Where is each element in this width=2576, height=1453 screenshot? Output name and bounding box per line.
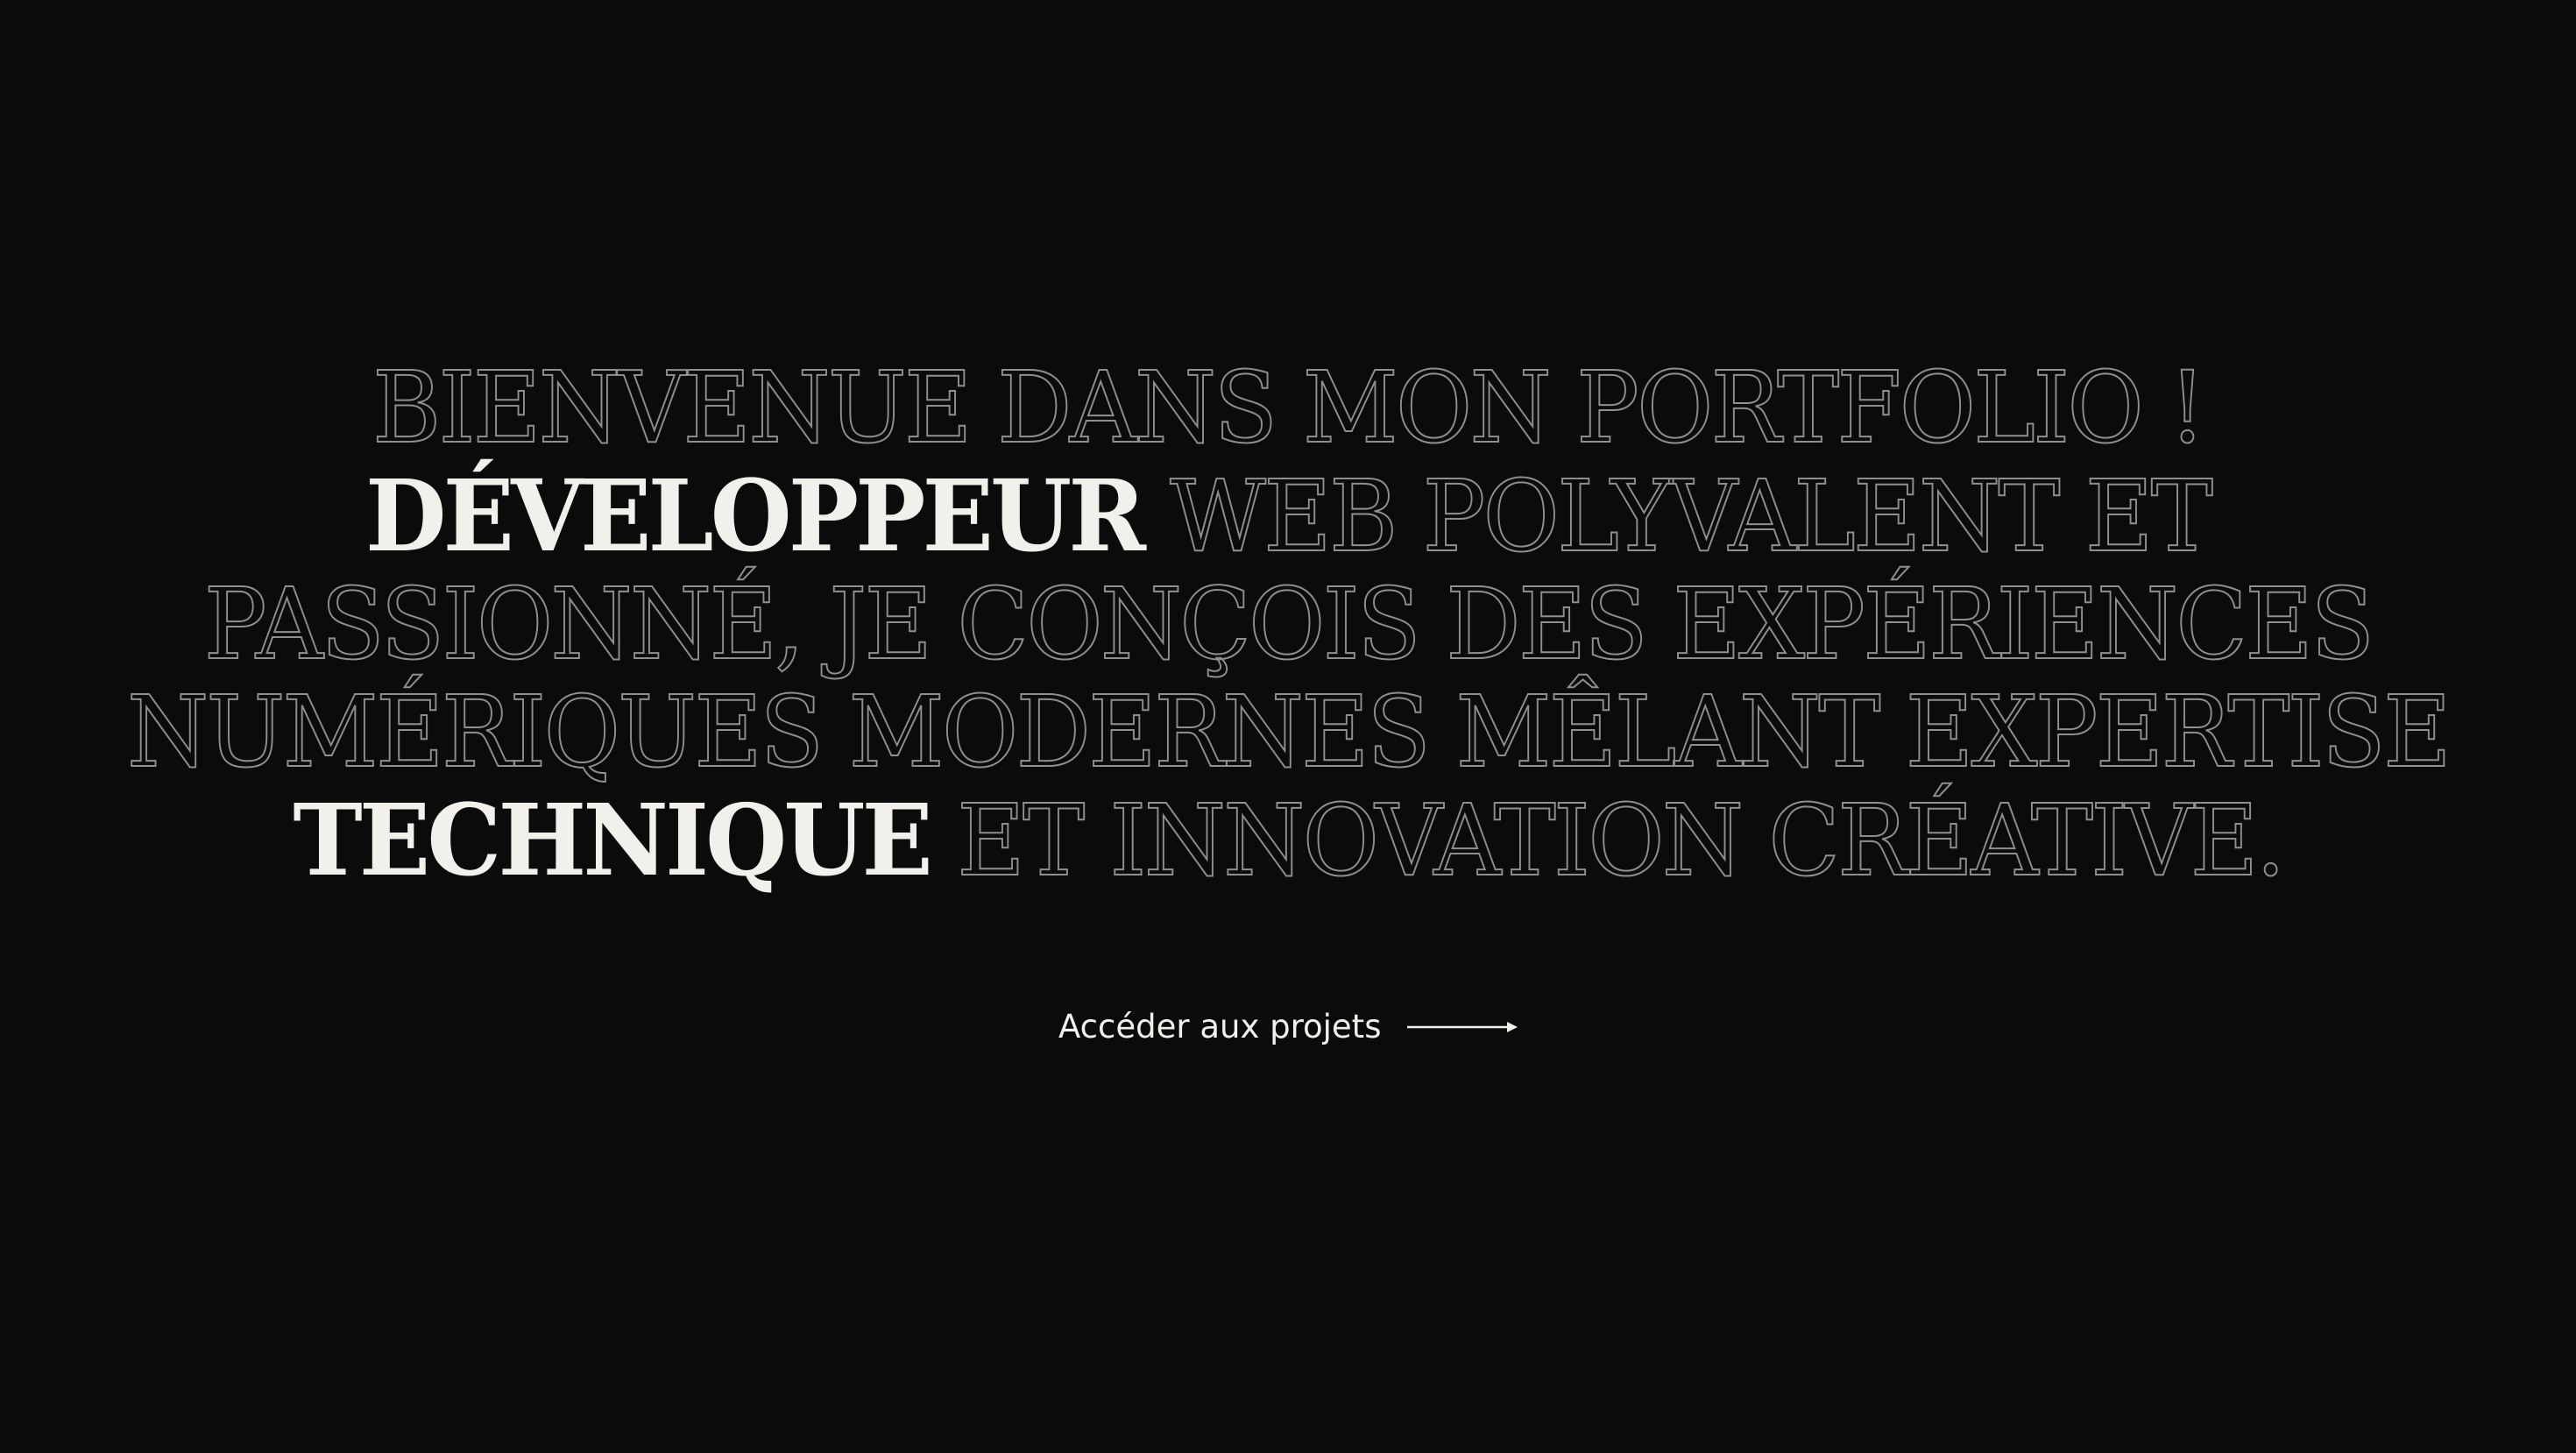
hero-outline-text: ET INNOVATION CRÉATIVE.: [930, 784, 2286, 898]
arrow-right-icon: [1407, 1022, 1518, 1032]
hero-outline-text: PASSIONNÉ, JE CONÇOIS DES EXPÉRIENCES: [203, 568, 2375, 682]
hero-outline-text: BIENVENUE DANS MON PORTFOLIO !: [372, 351, 2207, 465]
projects-link-label: Accéder aux projets: [1058, 1008, 1382, 1045]
hero-line: PASSIONNÉ, JE CONÇOIS DES EXPÉRIENCES: [61, 568, 2515, 682]
hero-line: NUMÉRIQUES MODERNES MÊLANT EXPERTISE: [61, 676, 2515, 790]
hero-outline-text: NUMÉRIQUES MODERNES MÊLANT EXPERTISE: [126, 676, 2452, 790]
projects-link[interactable]: Accéder aux projets: [1058, 1006, 1521, 1048]
hero-line: TECHNIQUE ET INNOVATION CRÉATIVE.: [61, 784, 2515, 898]
hero-outline-text: WEB POLYVALENT ET: [1143, 460, 2214, 574]
hero-heading: BIENVENUE DANS MON PORTFOLIO ! DÉVELOPPEU…: [0, 354, 2576, 898]
hero-line: DÉVELOPPEUR WEB POLYVALENT ET: [61, 460, 2515, 574]
hero-line: BIENVENUE DANS MON PORTFOLIO !: [61, 354, 2515, 464]
hero-highlight-word: DÉVELOPPEUR: [364, 459, 1146, 574]
hero-highlight-word: TECHNIQUE: [293, 783, 933, 898]
hero-section: BIENVENUE DANS MON PORTFOLIO ! DÉVELOPPEU…: [0, 0, 2576, 1453]
